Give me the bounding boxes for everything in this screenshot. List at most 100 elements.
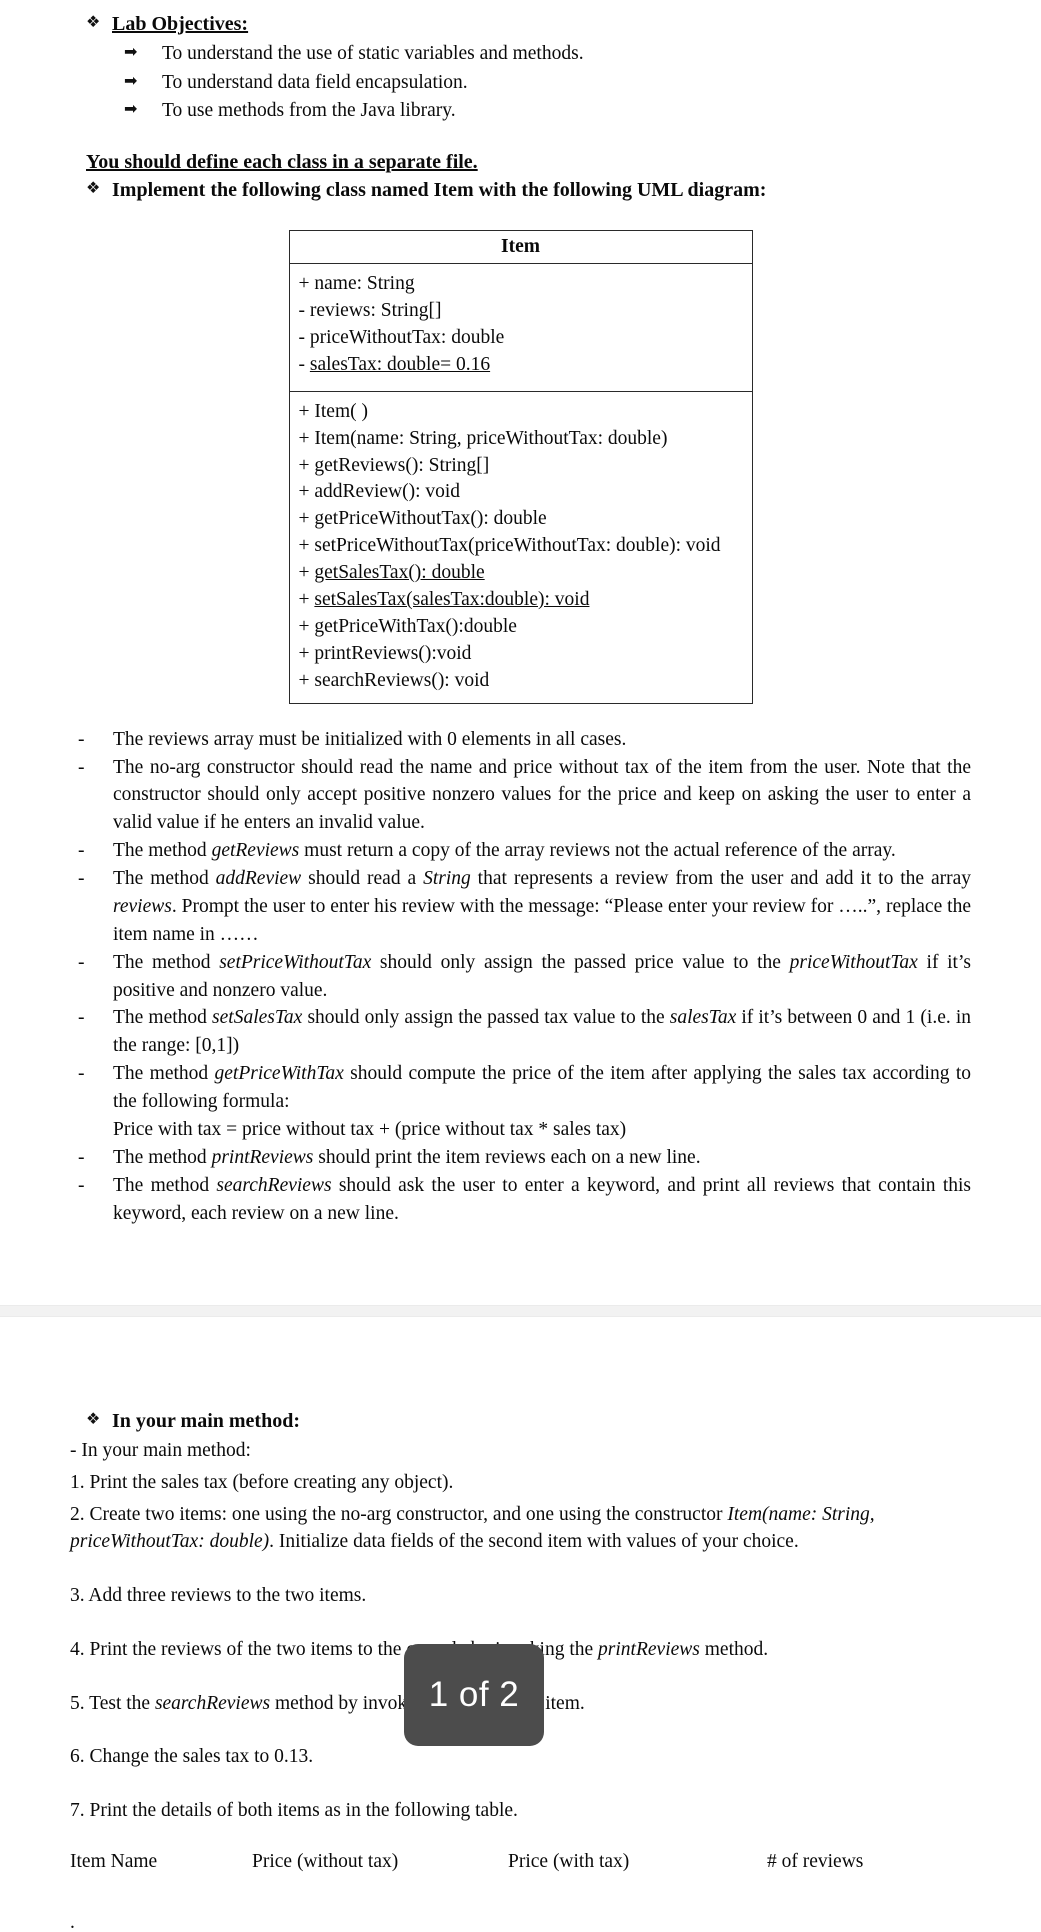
page-indicator-badge: 1 of 2 — [404, 1644, 544, 1746]
document-viewer[interactable]: ❖ Lab Objectives: ➡ To understand the us… — [0, 0, 1041, 1932]
emphasis-text: setPriceWithoutTax — [219, 951, 372, 973]
uml-member-row: + Item(name: String, priceWithoutTax: do… — [298, 427, 668, 449]
body-text: should only assign the passed price valu… — [371, 951, 790, 973]
emphasis-text: getPriceWithTax — [214, 1063, 344, 1085]
document-page-2: ❖ In your main method: - In your main me… — [0, 1317, 1041, 1932]
main-method-step: 2. Create two items: one using the no-ar… — [70, 1501, 971, 1556]
trailing-dot-text: . — [70, 1911, 75, 1932]
result-table-header-row: Item Name Price (without tax) Price (wit… — [70, 1851, 971, 1873]
dash-bullet-icon: - — [78, 868, 85, 890]
main-method-step: 6. Change the sales tax to 0.13. — [70, 1743, 971, 1771]
requirement-text: The no-arg constructor should read the n… — [113, 754, 971, 838]
emphasis-text: addReview — [215, 868, 302, 890]
main-method-intro-line: - In your main method: — [70, 1440, 251, 1462]
uml-member-row: + setSalesTax(salesTax:double): void — [298, 589, 590, 611]
emphasis-text: priceWithoutTax — [789, 951, 918, 973]
page-indicator-label: 1 of 2 — [428, 1675, 520, 1714]
arrow-bullet-icon: ➡ — [124, 70, 138, 90]
implement-class-heading-row: ❖ Implement the following class named It… — [70, 176, 971, 204]
body-text: 7. Print the details of both items as in… — [70, 1799, 518, 1821]
uml-methods-compartment: + Item( ) + Item(name: String, priceWitho… — [290, 392, 752, 703]
requirement-text: The method setSalesTax should only assig… — [113, 1004, 971, 1060]
uml-member-row: + getPriceWithTax():double — [298, 615, 517, 637]
body-text: The method — [113, 1063, 215, 1085]
body-text: 2. Create two items: one using the no-ar… — [70, 1503, 728, 1525]
objective-item: ➡ To understand data field encapsulation… — [70, 69, 971, 97]
dash-bullet-icon: - — [78, 1146, 85, 1168]
dash-bullet-icon: - — [78, 1007, 85, 1029]
main-method-heading: In your main method: — [112, 1410, 300, 1433]
uml-member-row: + addReview(): void — [298, 481, 461, 503]
body-text: method. — [699, 1638, 769, 1660]
objective-item: ➡ To understand the use of static variab… — [70, 40, 971, 68]
page-separator — [0, 1305, 1041, 1318]
requirement-item: - The method setPriceWithoutTax should on… — [70, 949, 971, 1005]
requirement-text: The reviews array must be initialized wi… — [113, 726, 971, 754]
dash-bullet-icon: - — [78, 756, 85, 778]
uml-member-row: + getReviews(): String[] — [298, 454, 490, 476]
emphasis-text: setSalesTax — [212, 1007, 303, 1029]
body-text: 3. Add three reviews to the two items. — [70, 1585, 367, 1607]
diamond-bullet-icon: ❖ — [86, 178, 101, 198]
body-text: . Prompt the user to enter his review wi… — [113, 895, 971, 945]
arrow-bullet-icon: ➡ — [124, 99, 138, 119]
body-text: The method — [113, 951, 220, 973]
diamond-bullet-icon: ❖ — [86, 12, 101, 31]
body-text: The method — [113, 1146, 212, 1168]
separate-file-notice: You should define each class in a separa… — [86, 151, 478, 174]
emphasis-text: printReviews — [598, 1638, 700, 1660]
requirement-text: The method getReviews must return a copy… — [113, 837, 971, 865]
requirement-item: - The reviews array must be initialized w… — [70, 726, 971, 754]
requirement-item: - The method getPriceWithTax should compu… — [70, 1060, 971, 1144]
body-text: should print the item reviews each on a … — [313, 1146, 701, 1168]
objective-item: ➡ To use methods from the Java library. — [70, 97, 971, 125]
uml-member-row: + getSalesTax(): double — [298, 562, 485, 584]
result-table-header-price-with-tax: Price (with tax) — [508, 1850, 630, 1872]
emphasis-text: salesTax — [669, 1007, 737, 1029]
diamond-bullet-icon: ❖ — [86, 1409, 101, 1429]
uml-member-row: + printReviews():void — [298, 642, 472, 664]
body-text: 6. Change the sales tax to 0.13. — [70, 1746, 314, 1768]
dash-bullet-icon: - — [78, 1174, 85, 1196]
body-text: The method — [113, 840, 212, 862]
requirement-text: The method addReview should read a Strin… — [113, 865, 971, 949]
requirement-item: - The method printReviews should print th… — [70, 1144, 971, 1172]
uml-member-row: + getPriceWithoutTax(): double — [298, 508, 547, 530]
objective-label: To understand data field encapsulation. — [162, 71, 468, 93]
document-page-1: ❖ Lab Objectives: ➡ To understand the us… — [0, 0, 1041, 1228]
body-text: must return a copy of the array reviews … — [299, 840, 896, 862]
uml-member-row: + searchReviews(): void — [298, 669, 490, 691]
lab-objectives-heading-row: ❖ Lab Objectives: — [70, 10, 971, 38]
requirement-item: - The method setSalesTax should only assi… — [70, 1004, 971, 1060]
main-method-step: 3. Add three reviews to the two items. — [70, 1582, 971, 1610]
body-text: . Initialize data fields of the second i… — [269, 1531, 799, 1553]
requirement-item: - The method getReviews must return a cop… — [70, 837, 971, 865]
body-text: The method — [113, 1174, 217, 1196]
main-method-step: 1. Print the sales tax (before creating … — [70, 1469, 971, 1497]
emphasis-text: reviews — [113, 895, 172, 917]
requirement-text: The method getPriceWithTax should comput… — [113, 1060, 971, 1144]
body-text: The no-arg constructor should read the n… — [113, 756, 971, 834]
requirement-item: - The no-arg constructor should read the … — [70, 754, 971, 838]
uml-member-row: + setPriceWithoutTax(priceWithoutTax: do… — [298, 535, 721, 557]
result-table-header-price-without-tax: Price (without tax) — [252, 1850, 399, 1872]
requirement-text: The method searchReviews should ask the … — [113, 1172, 971, 1228]
requirement-item: - The method searchReviews should ask the… — [70, 1172, 971, 1228]
dash-bullet-icon: - — [78, 840, 85, 862]
body-text: 1. Print the sales tax (before creating … — [70, 1472, 454, 1494]
uml-member-row: - priceWithoutTax: double — [298, 326, 505, 348]
uml-member-row: - salesTax: double= 0.16 — [298, 353, 491, 375]
uml-class-name: Item — [289, 231, 752, 265]
requirements-list: - The reviews array must be initialized w… — [70, 726, 971, 1228]
uml-member-row: + Item( ) — [298, 400, 368, 422]
requirement-text: The method printReviews should print the… — [113, 1144, 971, 1172]
result-table-header-num-reviews: # of reviews — [767, 1850, 864, 1872]
uml-member-row: + name: String — [298, 273, 415, 295]
requirement-formula-line: Price with tax = price without tax + (pr… — [113, 1118, 627, 1140]
uml-attributes-compartment: + name: String - reviews: String[] - price… — [289, 264, 752, 392]
arrow-bullet-icon: ➡ — [124, 42, 138, 61]
emphasis-text: getReviews — [211, 840, 300, 862]
emphasis-text: searchReviews — [216, 1174, 332, 1196]
body-text: 5. Test the — [70, 1692, 155, 1714]
objective-label: To understand the use of static variable… — [162, 43, 584, 64]
